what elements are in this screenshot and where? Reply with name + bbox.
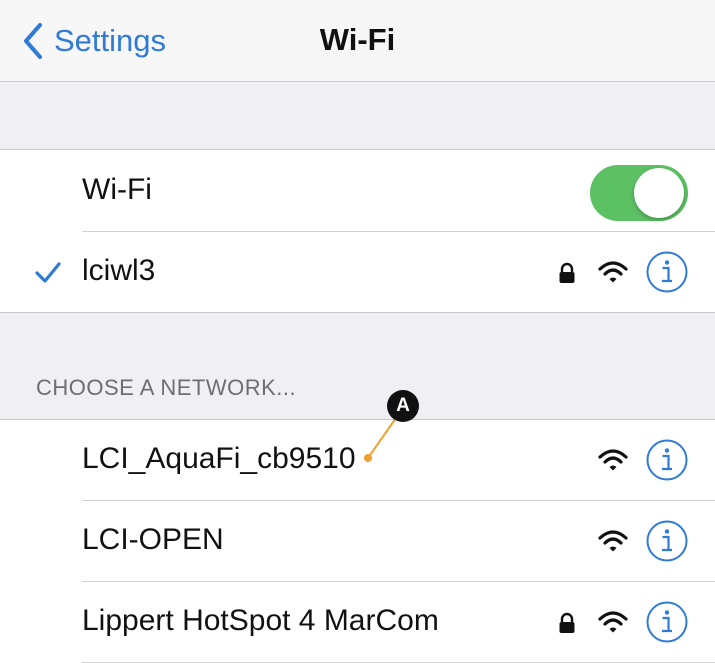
callout-badge: A <box>387 390 419 422</box>
group-spacer <box>0 82 715 150</box>
info-icon[interactable] <box>645 250 689 294</box>
network-name: LCI-OPEN <box>82 523 224 556</box>
lock-icon <box>559 262 575 283</box>
wifi-toggle-row: Wi-Fi <box>0 151 715 232</box>
toggle-knob <box>634 168 684 218</box>
wifi-toggle-label: Wi-Fi <box>82 173 152 206</box>
connected-network-name: lciwl3 <box>82 254 156 287</box>
navigation-bar: Settings Wi-Fi <box>0 0 715 82</box>
network-row[interactable]: Lippert HotSpot 4 MarCom <box>0 582 715 663</box>
page-title: Wi-Fi <box>319 22 396 57</box>
wifi-toggle-switch[interactable] <box>590 165 688 221</box>
network-row[interactable]: LCI-OPEN <box>0 501 715 582</box>
wifi-signal-icon <box>598 261 628 283</box>
network-row[interactable]: LCI_AquaFi_cb9510 <box>0 420 715 501</box>
connected-network-row[interactable]: lciwl3 <box>0 232 715 312</box>
group-spacer <box>0 312 715 420</box>
network-name: Lippert HotSpot 4 MarCom <box>82 604 439 637</box>
lock-icon <box>559 612 575 633</box>
wifi-signal-icon <box>598 611 628 633</box>
checkmark-icon <box>35 262 61 283</box>
info-icon[interactable] <box>645 438 689 482</box>
wifi-signal-icon <box>598 449 628 471</box>
info-icon[interactable] <box>645 519 689 563</box>
network-name: LCI_AquaFi_cb9510 <box>82 442 356 475</box>
section-header: CHOOSE A NETWORK... <box>36 375 297 400</box>
info-icon[interactable] <box>645 600 689 644</box>
wifi-signal-icon <box>598 530 628 552</box>
